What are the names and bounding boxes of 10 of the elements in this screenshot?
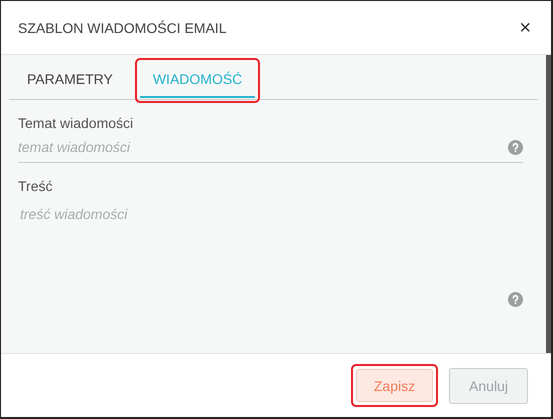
save-button[interactable]: Zapisz (356, 369, 433, 402)
help-icon (508, 140, 523, 155)
field-label: Temat wiadomości (18, 115, 134, 131)
tab[interactable]: PARAMETRY (14, 63, 126, 98)
window-title: SZABLON WIADOMOŚCI EMAIL (18, 20, 226, 36)
close-button[interactable]: × (517, 18, 533, 38)
help-icon (508, 292, 523, 307)
cancel-button[interactable]: Anuluj (449, 368, 528, 404)
tab[interactable]: WIADOMOŚĆ (140, 63, 256, 98)
field-label: Treść (18, 178, 54, 194)
